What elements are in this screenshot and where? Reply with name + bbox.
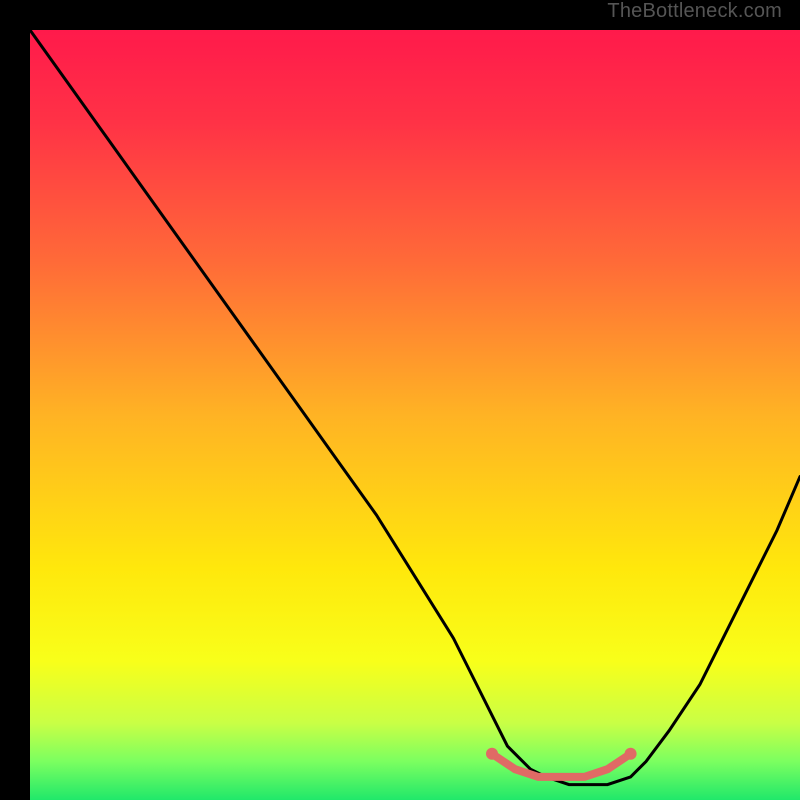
watermark-text: TheBottleneck.com	[607, 0, 782, 23]
bottleneck-curve	[30, 30, 800, 785]
plot-area	[30, 30, 800, 800]
chart-lines	[30, 30, 800, 800]
optimal-range-curve	[492, 754, 631, 777]
plot-frame	[15, 15, 785, 785]
endpoint-dot	[625, 748, 637, 760]
optimal-range-endpoints	[486, 748, 637, 760]
endpoint-dot	[486, 748, 498, 760]
